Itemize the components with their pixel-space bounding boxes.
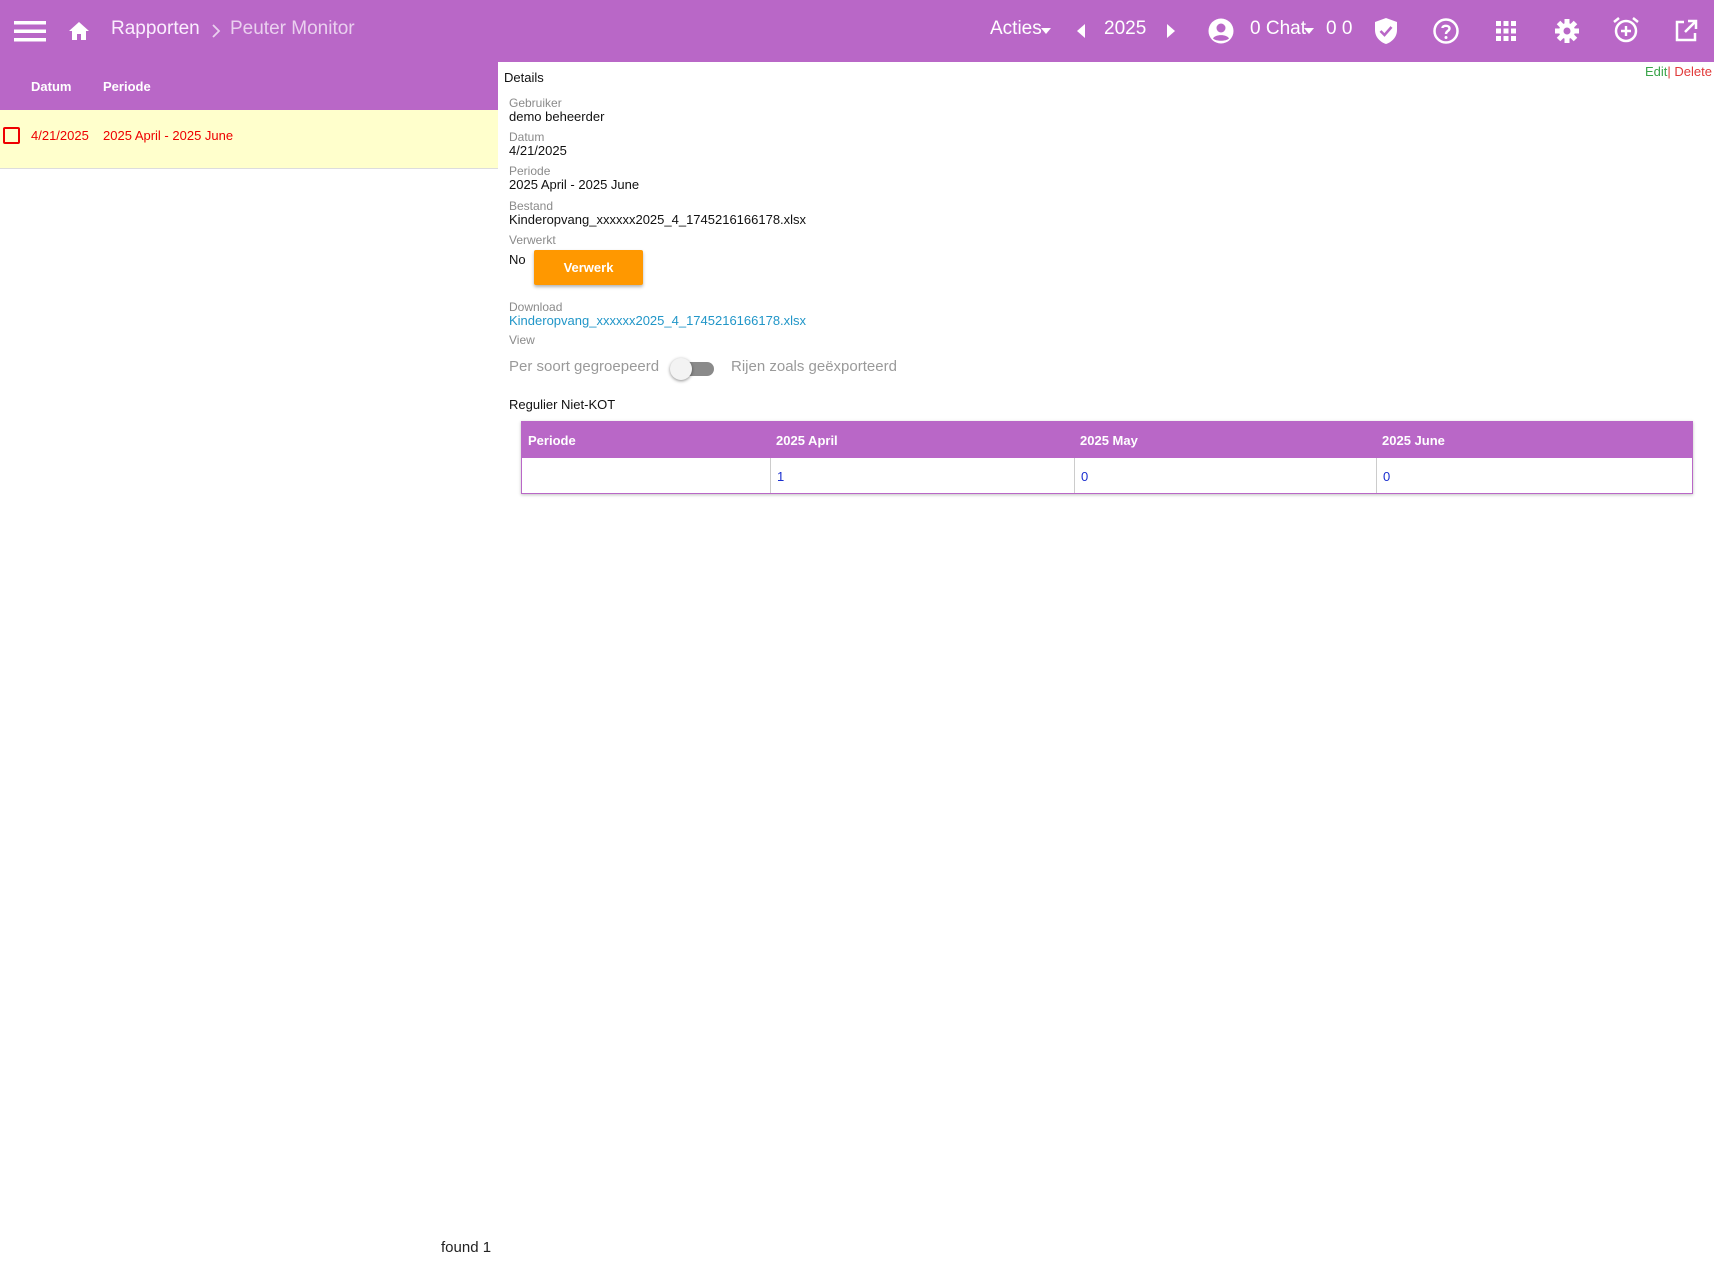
chat-menu[interactable]: 0 Chat: [1250, 18, 1306, 40]
row-periode: 2025 April - 2025 June: [103, 128, 234, 143]
list-header: Datum Periode: [0, 62, 498, 110]
view-label: View: [509, 333, 535, 347]
data-table: Periode 2025 April 2025 May 2025 June 1 …: [521, 421, 1693, 494]
breadcrumb-current: Peuter Monitor: [230, 18, 355, 39]
column-header-periode[interactable]: Periode: [103, 79, 151, 94]
delete-link[interactable]: Delete: [1674, 64, 1712, 79]
notification-counters: 0 0: [1326, 18, 1353, 39]
gebruiker-label: Gebruiker: [509, 96, 562, 110]
table-header-cell: 2025 May: [1080, 433, 1138, 448]
bestand-label: Bestand: [509, 199, 554, 213]
account-icon[interactable]: [1206, 16, 1236, 46]
add-alarm-icon[interactable]: [1611, 15, 1641, 45]
found-count: found 1: [441, 1239, 492, 1256]
table-header-cell: 2025 June: [1382, 433, 1445, 448]
verwerkt-value: No: [509, 252, 526, 267]
open-external-icon[interactable]: [1672, 17, 1700, 45]
chevron-right-icon: [209, 22, 223, 40]
verwerkt-label: Verwerkt: [509, 233, 556, 247]
table-cell: [522, 458, 770, 493]
download-label: Download: [509, 300, 563, 314]
cell-value[interactable]: 0: [1383, 469, 1390, 484]
row-datum: 4/21/2025: [31, 128, 89, 143]
column-header-datum[interactable]: Datum: [31, 79, 71, 94]
periode-label: Periode: [509, 164, 551, 178]
cell-value[interactable]: 1: [777, 469, 784, 484]
home-icon[interactable]: [66, 18, 92, 44]
table-cell[interactable]: 1: [770, 458, 1074, 493]
table-header-cell: 2025 April: [776, 433, 838, 448]
view-toggle[interactable]: [670, 358, 716, 380]
caret-down-icon[interactable]: [1039, 24, 1053, 38]
toggle-right-label: Rijen zoals geëxporteerd: [731, 358, 897, 375]
row-checkbox[interactable]: [3, 127, 20, 144]
edit-delete-actions: Edit| Delete: [1645, 64, 1712, 79]
table-header: Periode 2025 April 2025 May 2025 June: [522, 422, 1692, 458]
table-row: 1 0 0: [522, 458, 1692, 493]
table-header-cell: Periode: [528, 433, 576, 448]
shield-check-icon[interactable]: [1372, 15, 1400, 47]
periode-value: 2025 April - 2025 June: [509, 177, 640, 192]
apps-grid-icon[interactable]: [1493, 18, 1519, 44]
acties-menu[interactable]: Acties: [990, 18, 1042, 40]
menu-icon[interactable]: [13, 17, 47, 45]
details-title: Details: [504, 70, 544, 85]
verwerk-button[interactable]: Verwerk: [534, 250, 643, 285]
cell-value[interactable]: 0: [1081, 469, 1088, 484]
toggle-left-label: Per soort gegroepeerd: [509, 358, 660, 375]
top-bar: Rapporten Peuter Monitor Acties 2025 0 C…: [0, 0, 1714, 62]
prev-year-icon[interactable]: [1073, 20, 1089, 42]
breadcrumb-rapporten[interactable]: Rapporten: [111, 18, 200, 40]
datum-label: Datum: [509, 130, 545, 144]
year-display: 2025: [1104, 18, 1147, 39]
bestand-value: Kinderopvang_xxxxxx2025_4_1745216166178.…: [509, 212, 807, 227]
datum-value: 4/21/2025: [509, 143, 567, 158]
edit-link[interactable]: Edit: [1645, 64, 1667, 79]
next-year-icon[interactable]: [1163, 20, 1179, 42]
settings-gear-icon[interactable]: [1552, 16, 1582, 46]
gebruiker-value: demo beheerder: [509, 109, 605, 124]
caret-down-icon[interactable]: [1302, 24, 1316, 38]
table-cell[interactable]: 0: [1074, 458, 1376, 493]
download-link[interactable]: Kinderopvang_xxxxxx2025_4_1745216166178.…: [509, 313, 806, 328]
table-cell[interactable]: 0: [1376, 458, 1692, 493]
toggle-knob[interactable]: [670, 358, 692, 380]
list-item[interactable]: 4/21/2025 2025 April - 2025 June: [0, 110, 498, 169]
section-title: Regulier Niet-KOT: [509, 397, 616, 412]
help-icon[interactable]: [1431, 16, 1461, 46]
separator: |: [1667, 64, 1671, 79]
